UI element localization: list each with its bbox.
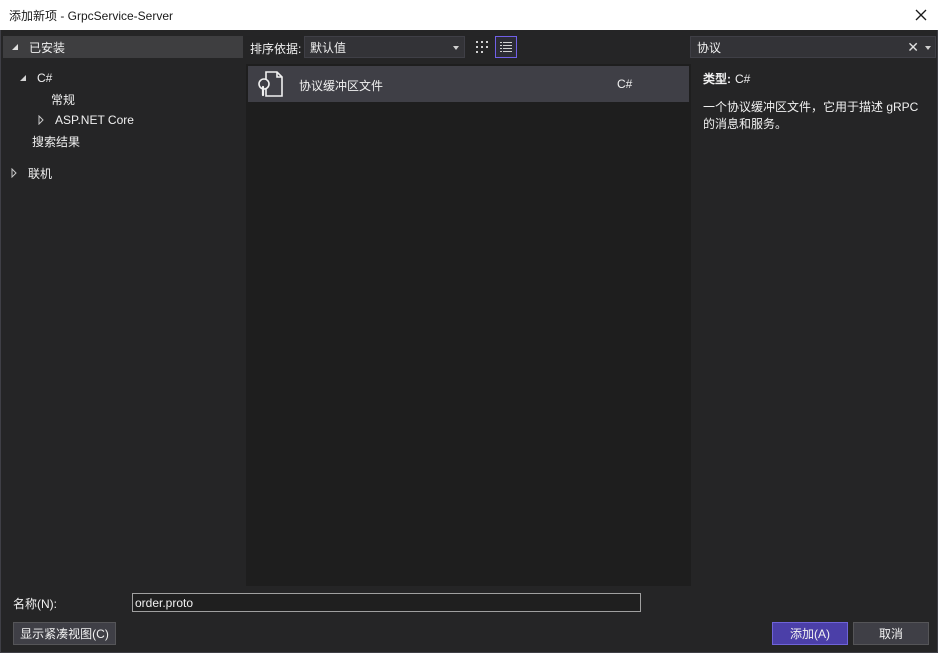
- tree-item-label: 搜索结果: [32, 134, 81, 149]
- tree-item-label: ASP.NET Core: [55, 113, 134, 127]
- add-button[interactable]: 添加(A): [772, 622, 848, 645]
- list-item[interactable]: 协议缓冲区文件 C#: [248, 66, 689, 102]
- tree-item-installed[interactable]: 已安装: [3, 36, 243, 58]
- sort-label: 排序依据:: [250, 42, 302, 56]
- chevron-right-icon: [10, 168, 20, 178]
- tree-item-label: C#: [37, 71, 53, 85]
- type-value: C#: [735, 72, 751, 86]
- template-description: 一个协议缓冲区文件，它用于描述 gRPC 的消息和服务。: [703, 100, 919, 131]
- grid-view-button[interactable]: [471, 36, 493, 58]
- compact-view-button[interactable]: 显示紧凑视图(C): [13, 622, 116, 645]
- chevron-down-icon: [19, 73, 29, 83]
- close-icon[interactable]: [910, 4, 932, 26]
- tree-item-aspnet-core[interactable]: ASP.NET Core: [37, 110, 134, 130]
- close-icon[interactable]: ✕: [907, 39, 919, 56]
- name-field[interactable]: [132, 593, 641, 612]
- template-list: 协议缓冲区文件 C#: [246, 64, 691, 586]
- cancel-button[interactable]: 取消: [853, 622, 929, 645]
- protobuf-file-icon: [257, 69, 287, 99]
- template-name: 协议缓冲区文件: [299, 79, 384, 93]
- chevron-down-icon: [453, 46, 459, 50]
- sort-value: 默认值: [310, 40, 347, 55]
- search-input[interactable]: [697, 40, 887, 54]
- type-row: 类型: C#: [703, 70, 929, 87]
- search-box: ✕: [690, 36, 936, 58]
- chevron-right-icon: [37, 115, 47, 125]
- title-bar: 添加新项 - GrpcService-Server: [0, 0, 938, 30]
- tree-item-label: 常规: [51, 92, 76, 107]
- name-label: 名称(N):: [13, 597, 57, 611]
- chevron-down-icon[interactable]: [925, 46, 931, 50]
- tree-item-general[interactable]: 常规: [51, 89, 75, 109]
- details-panel: 类型: C# 一个协议缓冲区文件，它用于描述 gRPC 的消息和服务。: [703, 70, 929, 133]
- tree-item-search-results[interactable]: 搜索结果: [32, 131, 80, 151]
- tree-item-csharp[interactable]: C#: [19, 68, 52, 88]
- template-tree: 已安装 C# 常规 ASP.NET Core 搜索结果 联机: [3, 32, 243, 586]
- type-label: 类型:: [703, 72, 731, 86]
- chevron-down-icon: [11, 42, 21, 52]
- list-view-icon: [500, 42, 512, 52]
- list-view-button[interactable]: [495, 36, 517, 58]
- tree-item-label: 联机: [28, 166, 53, 181]
- window-title: 添加新项 - GrpcService-Server: [9, 8, 174, 23]
- tree-item-label: 已安装: [29, 40, 66, 55]
- template-language: C#: [617, 77, 633, 91]
- sort-dropdown[interactable]: 默认值: [304, 36, 465, 58]
- add-new-item-dialog: 已安装 C# 常规 ASP.NET Core 搜索结果 联机 排序依据: 默认值…: [0, 30, 938, 653]
- grid-view-icon: [476, 41, 488, 53]
- tree-item-online[interactable]: 联机: [10, 163, 52, 183]
